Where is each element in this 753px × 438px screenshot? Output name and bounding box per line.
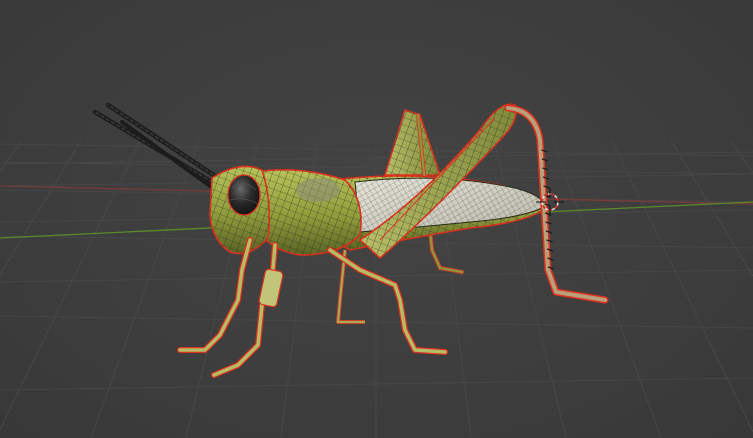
thorax[interactable] (254, 168, 362, 256)
head[interactable] (209, 165, 270, 255)
grid-line (0, 161, 753, 175)
grid-line (0, 377, 753, 391)
grid-line (0, 315, 753, 329)
grid-line (552, 139, 662, 438)
grid-line (729, 139, 753, 174)
grid-line (90, 139, 200, 438)
grasshopper-model[interactable] (92, 102, 609, 378)
grid-line (670, 139, 753, 277)
viewport-scene[interactable] (0, 0, 753, 438)
grid-line (611, 139, 753, 433)
compound-eye (227, 174, 261, 216)
3d-viewport[interactable] (0, 0, 753, 438)
grid-line (0, 151, 753, 165)
grid-line (0, 139, 23, 172)
near-middle-leg[interactable] (327, 247, 448, 355)
front-legs[interactable] (177, 237, 284, 378)
